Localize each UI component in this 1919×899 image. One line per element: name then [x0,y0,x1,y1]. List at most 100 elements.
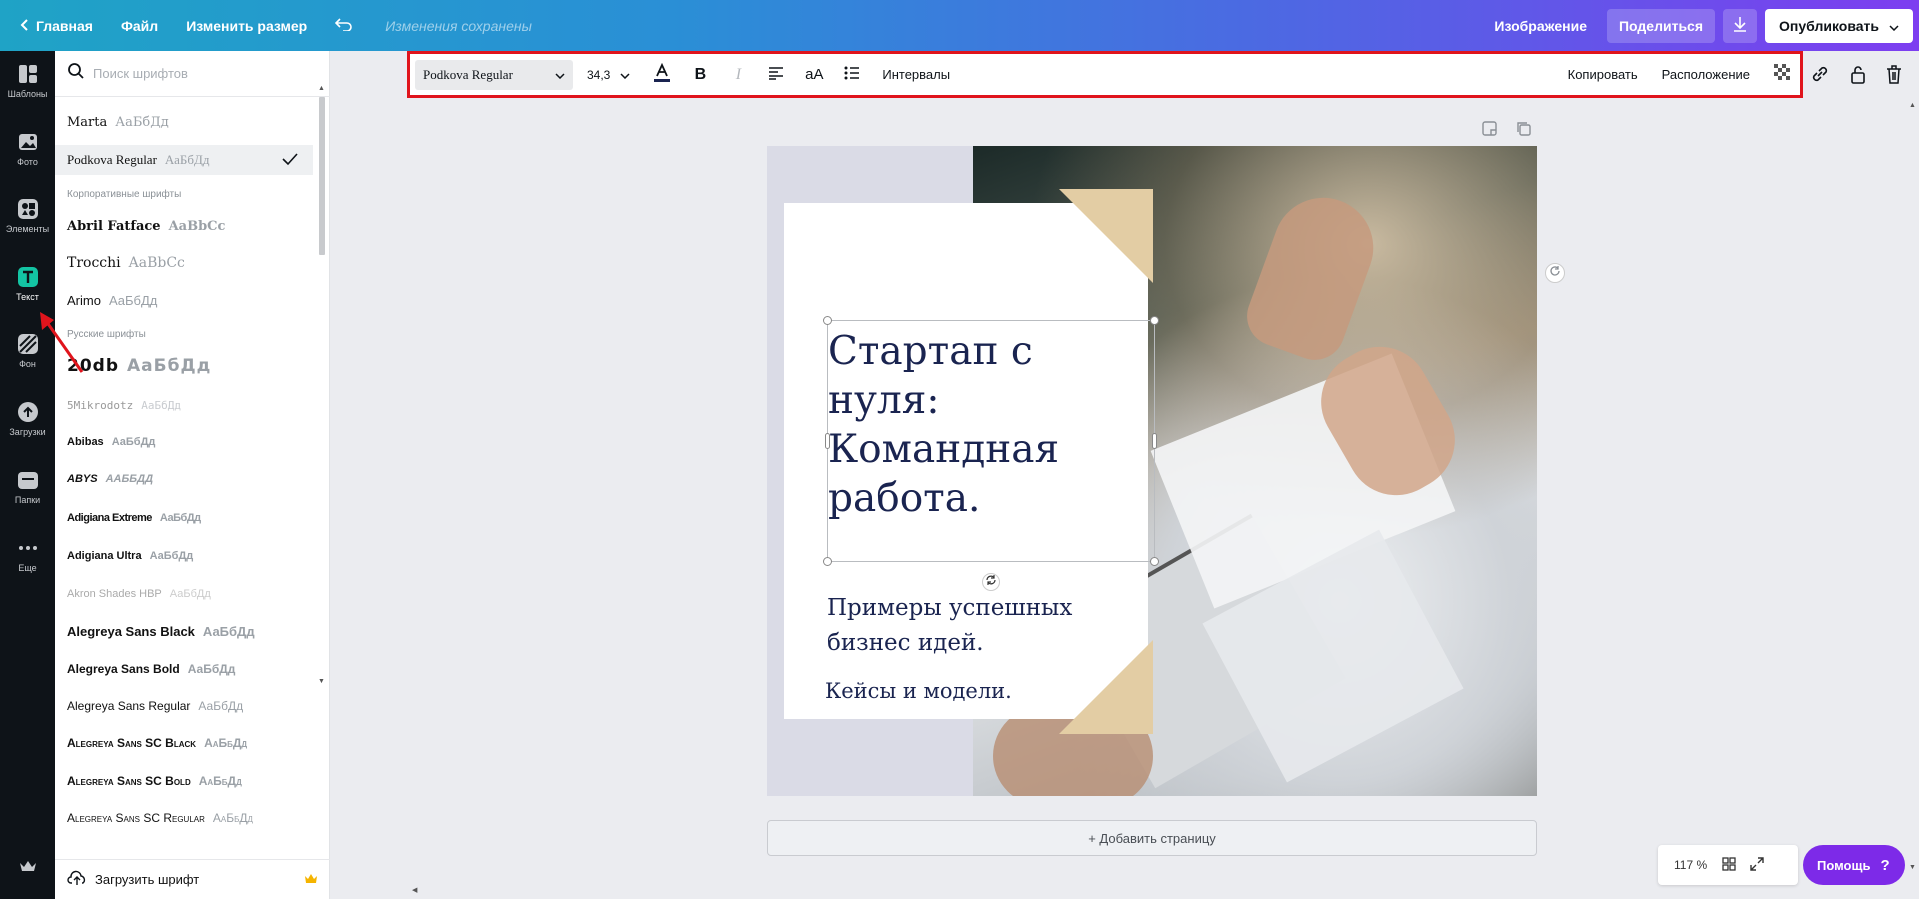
font-preview: ААББДД [105,473,154,485]
font-item-podkova[interactable]: Podkova Regular АаБбДд [55,145,313,175]
align-button[interactable] [766,63,786,87]
canvas-scrollbar[interactable]: ▲ ▼ [1905,98,1919,878]
font-family-select[interactable]: Podkova Regular [415,59,573,90]
font-name: Abibas [67,436,104,448]
publish-button[interactable]: Опубликовать [1765,8,1913,43]
rotate-handle[interactable] [982,573,1000,591]
design-subtitle-2[interactable]: Кейсы и модели. [825,679,1012,703]
left-rail: Шаблоны Фото Элементы Текст Фон Загрузки [0,51,55,899]
font-item-trocchi[interactable]: Trocchi AaBbCc [55,248,313,278]
add-page-button[interactable]: + Добавить страницу [767,820,1537,856]
font-size-select[interactable]: 34,3 [587,68,630,82]
position-button[interactable]: Расположение [1662,67,1750,82]
font-item-alegreya-sans-sc-bold[interactable]: Alegreya Sans SC Bold АаБбДд [55,766,313,796]
resize-handle[interactable] [823,557,832,566]
fullscreen-icon[interactable] [1749,856,1765,875]
beige-triangle-bottom[interactable] [1059,640,1153,734]
font-name: Adigiana Ultra [67,550,142,562]
font-item-alegreya-sans-regular[interactable]: Alegreya Sans Regular АаБбДд [55,691,313,721]
resize-handle[interactable] [1150,557,1159,566]
hand-shape [1238,183,1388,369]
lock-button[interactable] [1847,63,1869,90]
font-search-input[interactable] [93,66,313,81]
font-item-alegreya-sans-black[interactable]: Alegreya Sans Black АаБбДд [55,616,313,646]
beige-triangle-top[interactable] [1059,189,1153,283]
spacing-button[interactable]: Интервалы [882,67,950,82]
resize-handle[interactable] [823,316,832,325]
font-name: Alegreya Sans SC Black [67,736,197,750]
rail-item-background[interactable]: Фон [0,333,55,369]
scroll-down-icon[interactable]: ▼ [1909,864,1916,871]
home-button[interactable]: Главная [0,0,107,51]
image-button[interactable]: Изображение [1482,9,1599,43]
rail-item-folders[interactable]: Папки [0,469,55,505]
help-button[interactable]: Помощь ? [1803,845,1905,885]
page-notes-button[interactable] [1481,120,1498,142]
scroll-up-icon[interactable]: ▲ [1909,102,1916,109]
selection-box [823,316,1159,566]
resize-handle[interactable] [1150,316,1159,325]
font-item-5mikrodotz[interactable]: 5Mikrodotz АаБбДд [55,390,313,420]
font-preview: АаБбДд [202,623,255,639]
font-name: Alegreya Sans SC Regular [67,811,205,825]
text-color-button[interactable] [652,62,672,87]
font-item-abibas[interactable]: Abibas АаБбДд [55,427,313,457]
more-icon [17,537,39,559]
rail-item-elements[interactable]: Элементы [0,198,55,234]
design-page[interactable]: Стартап с нуля: Командная работа. Пример… [767,146,1537,796]
font-name: Alegreya Sans SC Bold [67,774,191,788]
copy-style-button[interactable]: Копировать [1568,67,1638,82]
side-handle[interactable] [825,433,830,449]
resize-button[interactable]: Изменить размер [172,0,321,51]
download-button[interactable] [1723,8,1758,43]
case-button[interactable]: aA [804,63,824,87]
duplicate-icon [1515,122,1532,141]
help-label: Помощь [1817,857,1871,873]
rail-item-uploads[interactable]: Загрузки [0,401,55,437]
scroll-thumb[interactable] [319,97,325,255]
font-item-arimo[interactable]: Arimo АаБбДд [55,285,313,315]
text-toolbar: Podkova Regular 34,3 B I aA Интервалы Ко… [407,51,1803,98]
side-handle[interactable] [1152,433,1157,449]
file-menu[interactable]: Файл [107,0,172,51]
rail-item-templates[interactable]: Шаблоны [0,63,55,99]
share-button[interactable]: Поделиться [1606,8,1716,43]
font-item-abys[interactable]: ABYS ААББДД [55,464,313,494]
zoom-level[interactable]: 117 % [1674,858,1707,872]
upload-font-button[interactable]: Загрузить шрифт [55,859,330,899]
font-item-akron[interactable]: Akron Shades HBP АаБбДд [55,579,313,609]
scroll-left-icon[interactable]: ◀ [412,886,417,894]
font-item-abril[interactable]: Abril Fatface AaBbCc [55,211,313,241]
upload-font-label: Загрузить шрифт [95,872,200,887]
panel-scrollbar[interactable]: ▲ ▼ [315,83,329,688]
rail-item-photo[interactable]: Фото [0,131,55,167]
elements-icon [17,198,39,220]
scroll-up-icon[interactable]: ▲ [318,85,325,92]
italic-button[interactable]: I [728,63,748,87]
font-item-marta[interactable]: Marta АаБбДд [55,107,313,137]
font-name: 20db [67,356,119,376]
rail-item-crown[interactable] [0,859,55,885]
font-item-20db[interactable]: 20db АаБбДд [55,351,313,381]
bold-button[interactable]: B [690,63,710,87]
link-button[interactable] [1809,63,1831,90]
scroll-down-icon[interactable]: ▼ [318,678,325,685]
font-item-adigiana-ultra[interactable]: Adigiana Ultra АаБбДд [55,541,313,571]
refresh-button[interactable] [1545,263,1565,283]
rail-label: Шаблоны [7,89,48,99]
list-button[interactable] [842,63,862,87]
font-item-alegreya-sans-bold[interactable]: Alegreya Sans Bold АаБбДд [55,654,313,684]
transparency-button[interactable] [1774,64,1792,85]
duplicate-page-button[interactable] [1515,120,1532,142]
font-item-alegreya-sans-sc-black[interactable]: Alegreya Sans SC Black АаБбДд [55,728,313,758]
delete-button[interactable] [1883,63,1905,90]
font-preview: АаБбДд [164,152,210,167]
grid-view-icon[interactable] [1721,856,1737,875]
rail-item-text[interactable]: Текст [0,266,55,302]
undo-button[interactable] [321,0,367,51]
font-item-alegreya-sans-sc-regular[interactable]: Alegreya Sans SC Regular АаБбДд [55,803,313,833]
rail-item-more[interactable]: Еще [0,537,55,573]
download-icon [1732,16,1748,35]
font-item-adigiana-extreme[interactable]: Adigiana Extreme АаБбДд [55,503,313,533]
chevron-down-icon [620,68,630,82]
